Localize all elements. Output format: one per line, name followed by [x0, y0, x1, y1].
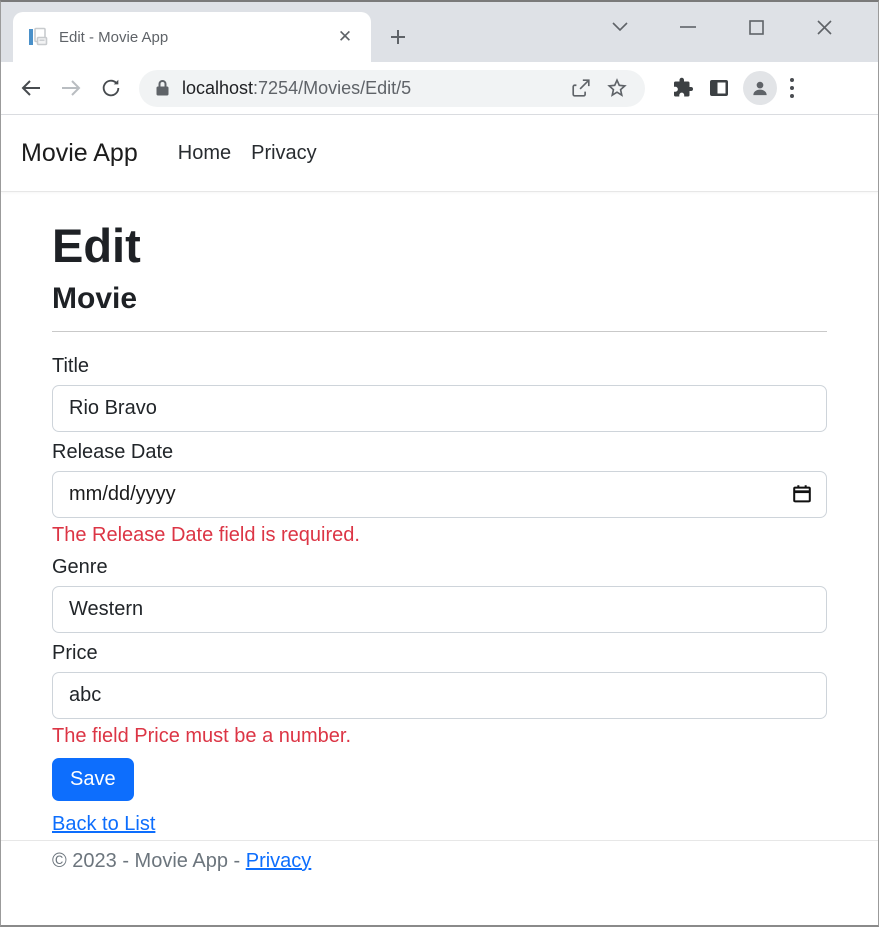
url-text[interactable]: localhost:7254/Movies/Edit/5 — [182, 78, 563, 99]
footer-privacy-link[interactable]: Privacy — [246, 850, 312, 872]
new-tab-button[interactable] — [383, 22, 413, 52]
browser-tab[interactable]: Edit - Movie App ✕ — [13, 12, 371, 62]
form-group-genre: Genre — [52, 556, 827, 633]
form-group-price: Price The field Price must be a number. — [52, 642, 827, 748]
form-group-title: Title — [52, 355, 827, 432]
minimize-button[interactable] — [654, 7, 722, 47]
address-bar[interactable]: localhost:7254/Movies/Edit/5 — [139, 70, 645, 107]
favicon-icon — [27, 26, 49, 48]
forward-icon[interactable] — [51, 68, 91, 108]
page-title: Edit — [52, 218, 827, 274]
genre-input[interactable] — [52, 586, 827, 633]
price-label: Price — [52, 642, 827, 665]
site-navbar: Movie App Home Privacy — [1, 115, 878, 192]
tab-title: Edit - Movie App — [59, 29, 333, 46]
bookmark-star-icon[interactable] — [599, 70, 635, 106]
release-date-input[interactable] — [52, 471, 827, 518]
divider — [52, 331, 827, 332]
price-input[interactable] — [52, 672, 827, 719]
browser-toolbar: localhost:7254/Movies/Edit/5 — [1, 62, 878, 115]
profile-avatar[interactable] — [743, 71, 777, 105]
side-panel-icon[interactable] — [707, 76, 731, 100]
release-date-label: Release Date — [52, 441, 827, 464]
url-host: localhost — [182, 78, 253, 98]
tab-close-icon[interactable]: ✕ — [333, 25, 357, 49]
save-button[interactable]: Save — [52, 758, 134, 801]
back-icon[interactable] — [11, 68, 51, 108]
maximize-button[interactable] — [722, 7, 790, 47]
kebab-menu-icon[interactable] — [789, 77, 795, 99]
close-window-button[interactable] — [790, 7, 858, 47]
nav-link-privacy[interactable]: Privacy — [241, 134, 327, 173]
nav-link-home[interactable]: Home — [168, 134, 241, 173]
navbar-brand[interactable]: Movie App — [21, 139, 138, 168]
browser-window: Edit - Movie App ✕ — [0, 0, 879, 927]
form-group-release-date: Release Date The Release Date field is r… — [52, 441, 827, 547]
release-date-error: The Release Date field is required. — [52, 524, 827, 547]
toolbar-right-icons — [659, 71, 795, 105]
tab-strip: Edit - Movie App ✕ — [1, 2, 878, 62]
footer-text: © 2023 - Movie App - — [52, 850, 246, 872]
main-content: Edit Movie Title Release Date — [1, 192, 878, 840]
url-path: :7254/Movies/Edit/5 — [253, 78, 411, 98]
title-input[interactable] — [52, 385, 827, 432]
site-footer: © 2023 - Movie App - Privacy — [1, 840, 878, 925]
share-icon[interactable] — [563, 70, 599, 106]
extensions-icon[interactable] — [671, 76, 695, 100]
title-label: Title — [52, 355, 827, 378]
chevron-down-icon[interactable] — [586, 7, 654, 47]
genre-label: Genre — [52, 556, 827, 579]
price-error: The field Price must be a number. — [52, 725, 827, 748]
back-to-list-link[interactable]: Back to List — [52, 813, 155, 836]
web-page: Movie App Home Privacy Edit Movie Title … — [1, 115, 878, 925]
window-controls — [586, 2, 878, 62]
reload-icon[interactable] — [91, 68, 131, 108]
page-subtitle: Movie — [52, 282, 827, 316]
lock-icon[interactable] — [155, 79, 170, 97]
calendar-icon[interactable] — [791, 483, 813, 505]
